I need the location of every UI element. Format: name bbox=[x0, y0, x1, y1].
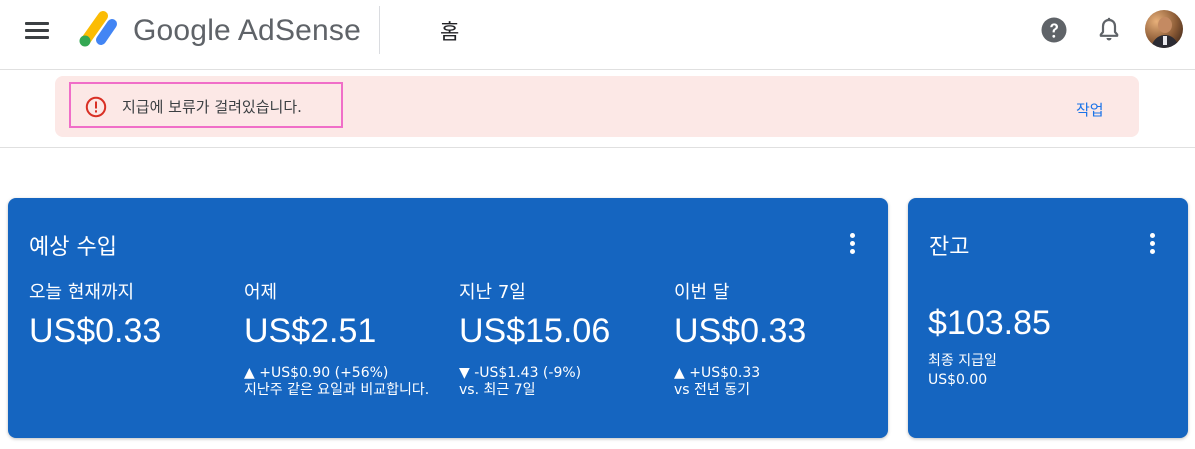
metric-yesterday: 어제 US$2.51 ▲ +US$0.90 (+56%) 지난주 같은 요일과 … bbox=[244, 278, 444, 400]
account-avatar[interactable] bbox=[1145, 10, 1183, 48]
payment-hold-alert: 지급에 보류가 걸려있습니다. 작업 bbox=[55, 76, 1139, 137]
page-title: 홈 bbox=[440, 20, 460, 44]
metric-value: US$2.51 bbox=[244, 312, 377, 350]
last-payment-label: 최종 지급일 bbox=[928, 353, 997, 369]
metric-compare: vs. 최근 7일 bbox=[459, 382, 536, 398]
balance-card: 잔고 $103.85 최종 지급일 US$0.00 bbox=[908, 198, 1188, 438]
metric-this-month: 이번 달 US$0.33 ▲ +US$0.33 vs 전년 동기 bbox=[674, 278, 874, 400]
metric-label: 어제 bbox=[244, 282, 278, 303]
metric-change: ▲ +US$0.33 bbox=[674, 365, 761, 381]
more-vert-icon[interactable] bbox=[850, 233, 856, 255]
last-payment-value: US$0.00 bbox=[928, 372, 988, 388]
alert-message: 지급에 보류가 걸려있습니다. bbox=[122, 98, 302, 116]
metric-compare: vs 전년 동기 bbox=[674, 382, 750, 398]
metric-change: ▼ -US$1.43 (-9%) bbox=[459, 365, 582, 381]
metric-today: 오늘 현재까지 US$0.33 bbox=[29, 278, 229, 351]
metric-value: US$0.33 bbox=[29, 312, 162, 350]
metric-compare: 지난주 같은 요일과 비교합니다. bbox=[244, 382, 430, 398]
card-title: 예상 수입 bbox=[29, 235, 117, 260]
brand-product: AdSense bbox=[237, 14, 362, 47]
more-vert-icon[interactable] bbox=[1150, 233, 1156, 255]
estimated-earnings-card: 예상 수입 오늘 현재까지 US$0.33 어제 US$2.51 ▲ +US$0… bbox=[8, 198, 888, 438]
metric-label: 이번 달 bbox=[674, 282, 730, 303]
metric-last-7-days: 지난 7일 US$15.06 ▼ -US$1.43 (-9%) vs. 최근 7… bbox=[459, 278, 659, 400]
header-divider bbox=[379, 6, 380, 54]
help-icon[interactable] bbox=[1041, 17, 1067, 43]
section-divider bbox=[0, 147, 1195, 148]
metric-label: 지난 7일 bbox=[459, 282, 526, 303]
metric-value: US$15.06 bbox=[459, 312, 611, 350]
metric-label: 오늘 현재까지 bbox=[29, 282, 135, 303]
balance-value: $103.85 bbox=[928, 304, 1051, 342]
card-title: 잔고 bbox=[929, 235, 970, 260]
menu-icon[interactable] bbox=[25, 21, 51, 41]
adsense-logo-icon bbox=[79, 11, 117, 47]
error-icon bbox=[85, 96, 107, 118]
bell-icon[interactable] bbox=[1097, 17, 1121, 43]
alert-action-link[interactable]: 작업 bbox=[1076, 99, 1104, 120]
avatar-photo-icon bbox=[1145, 10, 1183, 48]
brand-logo-text: Google AdSense bbox=[133, 14, 361, 48]
brand-google: Google bbox=[133, 14, 231, 47]
metric-value: US$0.33 bbox=[674, 312, 807, 350]
metric-change: ▲ +US$0.90 (+56%) bbox=[244, 365, 389, 381]
top-app-bar: Google AdSense 홈 bbox=[0, 0, 1195, 70]
